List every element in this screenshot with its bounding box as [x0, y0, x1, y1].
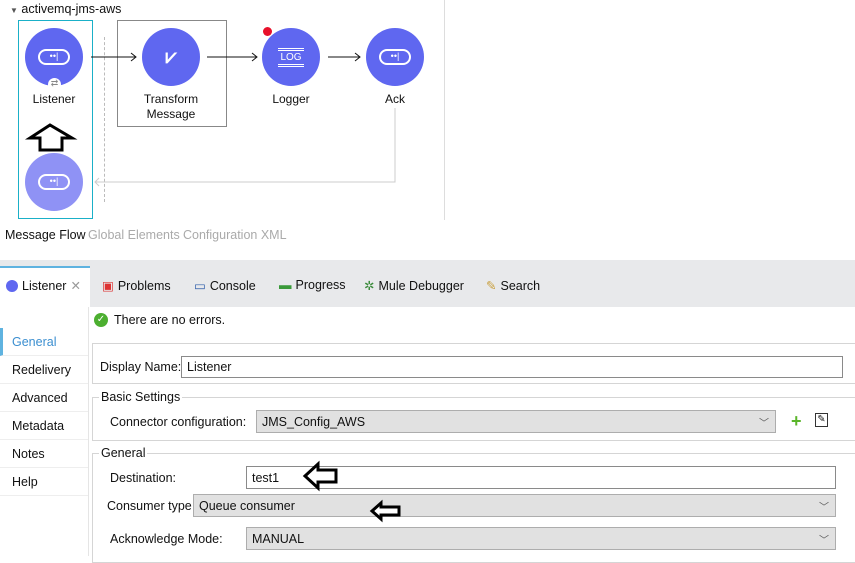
nav-advanced[interactable]: Advanced [0, 384, 88, 412]
listener-label: Listener [32, 92, 76, 106]
ack-node[interactable]: ••| [366, 28, 424, 86]
add-icon[interactable]: + [791, 411, 802, 431]
status-message: ✓ There are no errors. [94, 313, 225, 327]
nav-help[interactable]: Help [0, 468, 88, 496]
basic-settings-legend: Basic Settings [99, 390, 183, 404]
nav-metadata[interactable]: Metadata [0, 412, 88, 440]
edit-icon[interactable]: ✎ [815, 413, 828, 427]
transform-node[interactable]: ⩗ [142, 28, 200, 86]
editor-tab-message-flow[interactable]: Message Flow [5, 228, 86, 242]
nav-notes[interactable]: Notes [0, 440, 88, 468]
nav-divider [88, 307, 89, 556]
connector-select[interactable]: JMS_Config_AWS ﹀ [256, 410, 776, 433]
logger-node[interactable]: LOG [262, 28, 320, 86]
panel-tab-mule-debugger[interactable]: ✲ Mule Debugger [364, 278, 464, 294]
connector-icon: ••| [38, 49, 70, 65]
panel-tab-search[interactable]: ✎ Search [486, 278, 540, 294]
response-node[interactable]: ••| [25, 153, 83, 211]
bug-icon: ✲ [364, 279, 375, 293]
nav-redelivery[interactable]: Redelivery [0, 356, 88, 384]
general-legend: General [99, 446, 148, 460]
acknowledge-mode-select[interactable]: MANUAL ﹀ [246, 527, 836, 550]
search-icon: ✎ [486, 279, 497, 293]
transform-label: Transform Message [143, 92, 199, 121]
progress-icon: ▬ [279, 278, 292, 292]
console-icon: ▭ [194, 279, 206, 293]
up-arrow-annotation [24, 123, 78, 152]
editor-tab-global-elements[interactable]: Global Elements [88, 228, 180, 242]
connector-icon: ••| [379, 49, 411, 65]
chevron-down-icon: ﹀ [759, 418, 769, 429]
destination-label: Destination: [110, 471, 177, 485]
display-name-label: Display Name: [100, 360, 182, 374]
transform-icon: ⩗ [165, 45, 177, 68]
logger-label: Logger [272, 92, 310, 106]
consumer-type-select[interactable]: Queue consumer ﹀ [193, 494, 836, 517]
panel-tab-problems[interactable]: ▣ Problems [102, 278, 171, 294]
check-icon: ✓ [94, 313, 108, 327]
panel-tab-listener-label[interactable]: Listener ✕ [6, 278, 81, 293]
acknowledge-mode-label: Acknowledge Mode: [110, 532, 223, 546]
listener-icon [6, 279, 18, 292]
ack-label: Ack [384, 92, 405, 106]
connector-icon: ••| [38, 174, 70, 190]
problems-icon: ▣ [102, 279, 114, 293]
connector-label: Connector configuration: [110, 415, 247, 429]
sync-icon: ⇄ [48, 78, 61, 91]
log-icon: LOG [278, 47, 304, 67]
flow-canvas: ▼ activemq-jms-aws ••| ⇄ Listener ⩗ Tran… [0, 0, 445, 220]
nav-general[interactable]: General [0, 328, 88, 356]
display-name-input[interactable]: Listener [181, 356, 843, 378]
destination-input[interactable]: test1 [246, 466, 836, 489]
chevron-down-icon: ﹀ [819, 502, 829, 513]
panel-tab-console[interactable]: ▭ Console [194, 278, 256, 294]
consumer-type-label: Consumer type [107, 499, 192, 513]
editor-tab-configuration-xml[interactable]: Configuration XML [183, 228, 287, 242]
panel-tab-progress[interactable]: ▬ Progress [279, 278, 346, 292]
chevron-down-icon: ﹀ [819, 535, 829, 546]
close-icon[interactable]: ✕ [70, 278, 80, 293]
